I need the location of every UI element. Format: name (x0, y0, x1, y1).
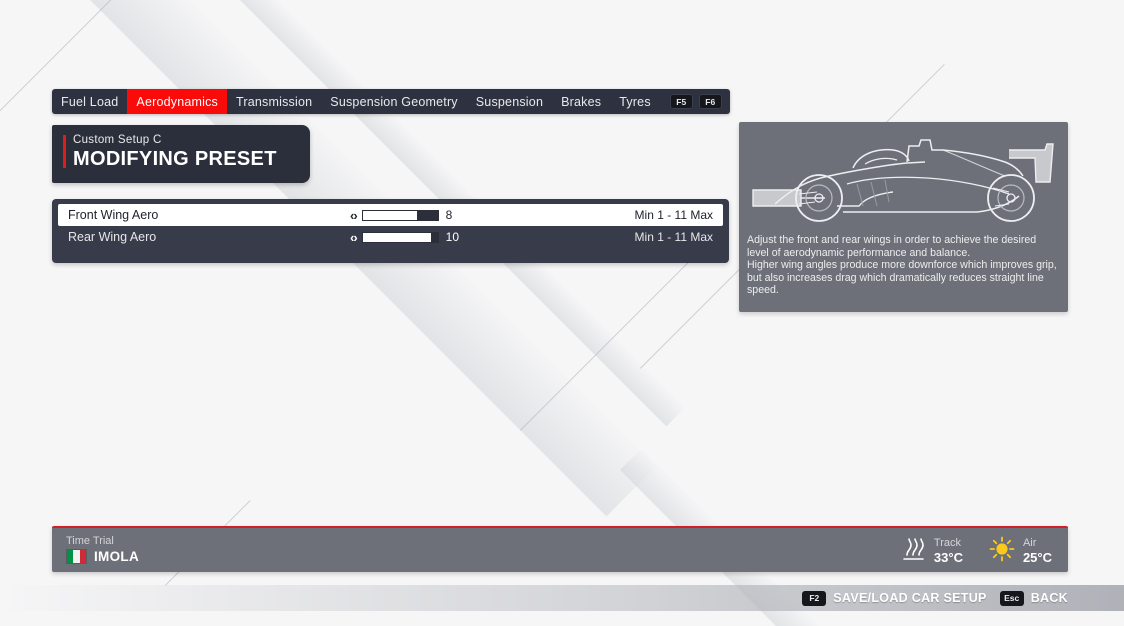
info-description: Adjust the front and rear wings in order… (747, 234, 1058, 297)
preset-title: MODIFYING PRESET (73, 148, 277, 171)
air-temp-value: 25°C (1023, 551, 1052, 565)
track-temp-label: Track (934, 538, 963, 550)
prev-category-key[interactable]: F5 (670, 94, 693, 109)
tab-suspension[interactable]: Suspension (467, 89, 552, 114)
info-panel: Adjust the front and rear wings in order… (739, 122, 1068, 312)
settings-panel: Front Wing Aero ‹› 8 Min 1 - 11 Max Rear… (52, 199, 729, 263)
action-label: SAVE/LOAD CAR SETUP (833, 591, 986, 605)
air-temperature: Air 25°C (989, 536, 1052, 567)
back-action[interactable]: Esc BACK (1000, 591, 1068, 606)
esc-key-icon: Esc (1000, 591, 1024, 606)
setting-label: Rear Wing Aero (68, 230, 156, 244)
tab-transmission[interactable]: Transmission (227, 89, 321, 114)
setup-screen: Fuel Load Aerodynamics Transmission Susp… (0, 0, 1124, 626)
track-info: IMOLA (66, 549, 139, 564)
setting-slider[interactable] (362, 232, 439, 243)
tab-key-hints: F5 F6 (660, 89, 730, 114)
track-temperature: Track 33°C (900, 536, 963, 567)
adjust-arrows-icon[interactable]: ‹› (350, 208, 357, 223)
preset-header: Custom Setup C MODIFYING PRESET (52, 125, 310, 183)
tab-label: Suspension Geometry (330, 95, 457, 109)
action-bar: F2 SAVE/LOAD CAR SETUP Esc BACK (0, 585, 1124, 611)
track-name: IMOLA (94, 549, 139, 564)
info-paragraph-1: Adjust the front and rear wings in order… (747, 234, 1058, 259)
status-bar: Time Trial IMOLA Track 33°C (52, 526, 1068, 572)
setting-control[interactable]: ‹› 10 (350, 226, 459, 248)
setting-value: 8 (446, 208, 453, 222)
weather-info: Track 33°C (900, 536, 1052, 567)
setting-row-rear-wing-aero[interactable]: Rear Wing Aero ‹› 10 Min 1 - 11 Max (58, 226, 723, 248)
italy-flag-icon (66, 549, 87, 564)
track-temp-value: 33°C (934, 551, 963, 565)
tab-label: Brakes (561, 95, 601, 109)
next-category-key[interactable]: F6 (699, 94, 722, 109)
tab-label: Transmission (236, 95, 312, 109)
action-label: BACK (1031, 591, 1068, 605)
adjust-arrows-icon[interactable]: ‹› (350, 230, 357, 245)
tab-brakes[interactable]: Brakes (552, 89, 610, 114)
preset-accent-bar (63, 135, 66, 168)
setting-slider[interactable] (362, 210, 439, 221)
heat-waves-icon (900, 536, 926, 567)
category-tab-bar: Fuel Load Aerodynamics Transmission Susp… (52, 89, 730, 114)
setting-value: 10 (446, 230, 459, 244)
tab-label: Fuel Load (61, 95, 118, 109)
setting-control[interactable]: ‹› 8 (350, 204, 452, 226)
tab-aerodynamics[interactable]: Aerodynamics (127, 89, 227, 114)
save-load-car-setup-action[interactable]: F2 SAVE/LOAD CAR SETUP (802, 591, 986, 606)
tab-label: Suspension (476, 95, 543, 109)
setting-row-front-wing-aero[interactable]: Front Wing Aero ‹› 8 Min 1 - 11 Max (58, 204, 723, 226)
preset-subtitle: Custom Setup C (73, 134, 162, 146)
slider-fill (363, 233, 431, 242)
f2-key-icon: F2 (802, 591, 826, 606)
tab-label: Tyres (619, 95, 651, 109)
tab-suspension-geometry[interactable]: Suspension Geometry (321, 89, 466, 114)
setting-range: Min 1 - 11 Max (635, 204, 713, 226)
f1-car-side-view-icon (747, 128, 1060, 230)
tab-tyres[interactable]: Tyres (610, 89, 660, 114)
setting-label: Front Wing Aero (68, 208, 158, 222)
info-paragraph-2: Higher wing angles produce more downforc… (747, 259, 1058, 297)
tab-label: Aerodynamics (136, 95, 218, 109)
slider-fill (363, 211, 418, 220)
air-temp-label: Air (1023, 538, 1052, 550)
sun-icon (989, 536, 1015, 567)
session-mode: Time Trial (66, 535, 114, 547)
setting-range: Min 1 - 11 Max (635, 226, 713, 248)
tab-fuel-load[interactable]: Fuel Load (52, 89, 127, 114)
